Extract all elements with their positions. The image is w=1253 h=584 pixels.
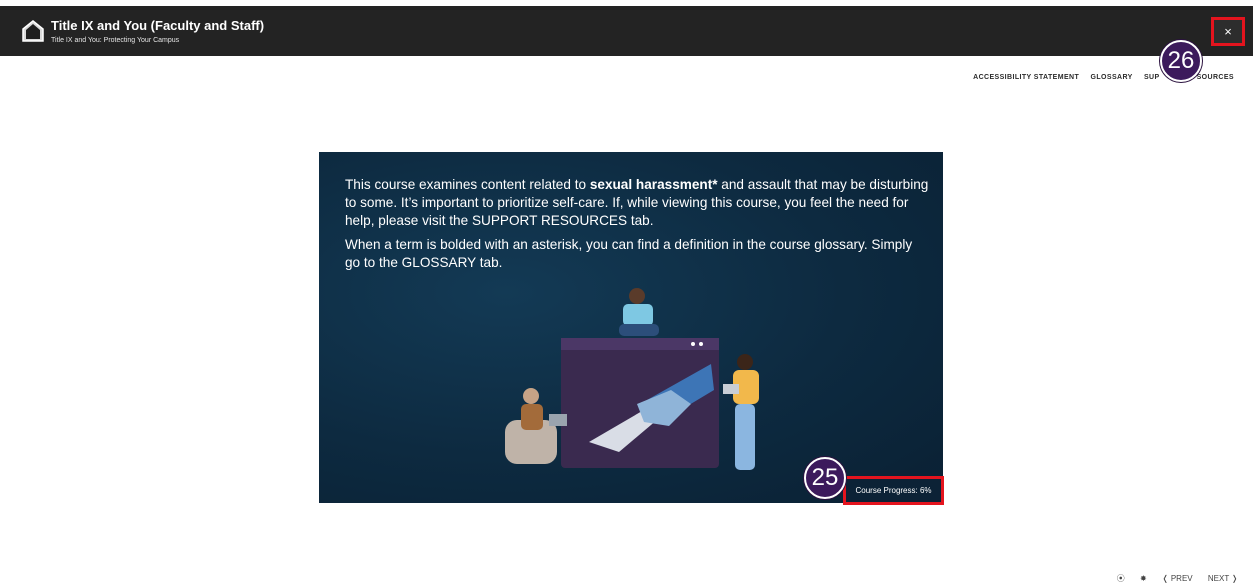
nav-support-left: SUP [1143, 74, 1160, 81]
settings-gear-icon[interactable]: ✸ [1140, 574, 1147, 583]
window-titlebar [561, 338, 719, 350]
course-subtitle: Title IX and You: Protecting Your Campus [51, 37, 180, 44]
close-icon: × [1224, 24, 1232, 39]
course-progress: Course Progress: 6% [843, 476, 944, 505]
home-icon[interactable] [21, 18, 45, 42]
nav-accessibility-statement[interactable]: ACCESSIBILITY STATEMENT [973, 74, 1079, 81]
marker-26: 26 [1160, 40, 1202, 82]
course-title: Title IX and You (Faculty and Staff) [51, 18, 265, 33]
close-button[interactable]: × [1211, 17, 1245, 46]
next-button[interactable]: NEXT ❭ [1208, 574, 1238, 583]
illustration-handshake [505, 288, 759, 470]
slide-panel: This course examines content related to … [319, 152, 943, 503]
nav-support-right: SOURCES [1196, 74, 1234, 81]
nav-glossary[interactable]: GLOSSARY [1091, 74, 1133, 81]
header-bar: Title IX and You (Faculty and Staff) Tit… [0, 6, 1253, 56]
play-icon[interactable]: ⦿ [1117, 574, 1125, 583]
marker-25: 25 [804, 457, 846, 499]
prev-button[interactable]: ❬ PREV [1162, 574, 1193, 583]
player-controls: ⦿ ✸ ❬ PREV NEXT ❭ [1104, 573, 1238, 584]
